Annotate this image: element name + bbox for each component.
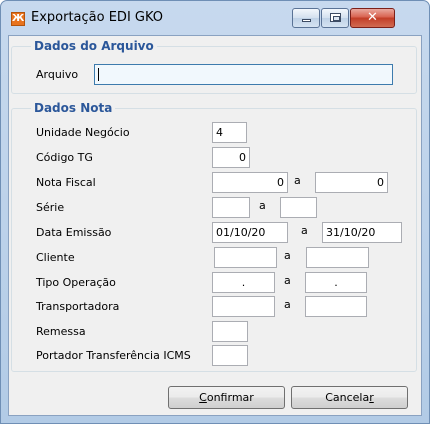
- label-portador-transferencia-icms: Portador Transferência ICMS: [36, 349, 191, 362]
- title-bar[interactable]: Ж Exportação EDI GKO ✕: [1, 1, 429, 35]
- data-emissao-from-input[interactable]: 01/10/20: [212, 222, 288, 243]
- label-data-emissao: Data Emissão: [36, 226, 112, 239]
- transportadora-from-input[interactable]: [212, 296, 275, 317]
- codigo-tg-input[interactable]: 0: [212, 147, 250, 168]
- serie-from-input[interactable]: [212, 197, 250, 218]
- unidade-negocio-input[interactable]: 4: [212, 122, 247, 143]
- window-title: Exportação EDI GKO: [31, 10, 164, 25]
- label-remessa: Remessa: [36, 325, 86, 338]
- serie-separator: a: [259, 199, 266, 212]
- label-tipo-operacao: Tipo Operação: [36, 276, 116, 289]
- label-arquivo: Arquivo: [36, 68, 79, 81]
- nota-fiscal-separator: a: [294, 174, 301, 187]
- dialog-window: Ж Exportação EDI GKO ✕ Dados do Arquivo …: [0, 0, 430, 424]
- data-emissao-to-input[interactable]: 31/10/20: [322, 222, 402, 243]
- label-unidade-negocio: Unidade Negócio: [36, 126, 130, 139]
- tipo-operacao-separator: a: [284, 274, 291, 287]
- close-button[interactable]: ✕: [350, 8, 395, 28]
- cancelar-hotkey: r: [369, 391, 374, 404]
- nota-fiscal-to-input[interactable]: 0: [315, 172, 388, 193]
- minimize-icon: [302, 19, 311, 22]
- serie-to-input[interactable]: [280, 197, 317, 218]
- transportadora-separator: a: [284, 298, 291, 311]
- cancelar-label: Cancela: [325, 391, 370, 404]
- legend-dados-nota: Dados Nota: [31, 101, 116, 115]
- data-emissao-separator: a: [301, 224, 308, 237]
- nota-fiscal-from-input[interactable]: 0: [212, 172, 288, 193]
- cliente-to-input[interactable]: [306, 247, 369, 268]
- label-nota-fiscal: Nota Fiscal: [36, 176, 96, 189]
- confirmar-button[interactable]: Confirmar: [168, 386, 285, 409]
- label-codigo-tg: Código TG: [36, 151, 93, 164]
- cancelar-button[interactable]: Cancelar: [291, 386, 408, 409]
- app-icon: Ж: [11, 12, 25, 26]
- cliente-from-input[interactable]: [214, 247, 277, 268]
- tipo-operacao-to-input[interactable]: .: [305, 272, 367, 293]
- maximize-icon: [330, 13, 341, 22]
- tipo-operacao-from-input[interactable]: .: [212, 272, 275, 293]
- close-icon: ✕: [367, 10, 378, 25]
- arquivo-input[interactable]: [94, 64, 393, 85]
- minimize-button[interactable]: [292, 8, 320, 28]
- transportadora-to-input[interactable]: [305, 296, 367, 317]
- label-transportadora: Transportadora: [36, 300, 120, 313]
- portador-transferencia-icms-input[interactable]: [212, 345, 248, 366]
- label-cliente: Cliente: [36, 251, 75, 264]
- cliente-separator: a: [284, 249, 291, 262]
- label-serie: Série: [36, 201, 65, 214]
- maximize-button[interactable]: [321, 8, 349, 28]
- dialog-body: Dados do Arquivo Arquivo Dados Nota Unid…: [8, 35, 422, 416]
- remessa-input[interactable]: [212, 321, 248, 342]
- confirmar-label: onfirmar: [206, 391, 254, 404]
- confirmar-hotkey: C: [199, 391, 207, 404]
- legend-dados-arquivo: Dados do Arquivo: [31, 39, 157, 53]
